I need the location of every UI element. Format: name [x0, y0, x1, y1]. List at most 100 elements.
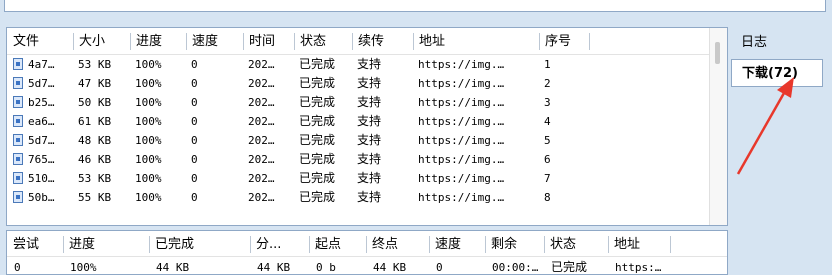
cell-time: 202…	[248, 115, 275, 128]
segment-list-panel: 尝试 进度 已完成 分... 起点 终点 速度 剩余 状态 地址 0 100% 44 KB 44 KB 0…	[6, 230, 728, 275]
cell: 44 KB	[373, 261, 407, 274]
cell-status: 已完成	[299, 190, 336, 204]
column-header[interactable]: 地址	[414, 33, 540, 50]
cell-index: 2	[544, 77, 551, 90]
cell-url: https://img.…	[418, 134, 505, 147]
cell-time: 202…	[248, 134, 275, 147]
cell-resume: 支持	[357, 76, 382, 90]
table-row[interactable]: 5d7… 48 KB 100% 0 202… 已完成 支持 https://img.… 5	[7, 132, 727, 149]
cell: 100%	[70, 261, 97, 274]
cell-resume: 支持	[357, 190, 382, 204]
cell-size: 47 KB	[78, 77, 112, 90]
cell-progress: 100%	[135, 115, 162, 128]
cell-index: 1	[544, 58, 551, 71]
cell-status: 已完成	[299, 57, 336, 71]
cell-url: https://img.…	[418, 58, 505, 71]
table-row[interactable]: 0 100% 44 KB 44 KB 0 b 44 KB 0 00:00:… 已完成 https:…	[7, 259, 727, 274]
column-header[interactable]: 终点	[367, 236, 430, 253]
cell-resume: 支持	[357, 171, 382, 185]
column-header[interactable]: 续传	[353, 33, 414, 50]
cell-speed: 0	[191, 77, 198, 90]
cell-url: https://img.…	[418, 96, 505, 109]
cell-time: 202…	[248, 191, 275, 204]
column-header[interactable]: 分...	[251, 236, 310, 253]
cell-size: 48 KB	[78, 134, 112, 147]
table-row[interactable]: 510… 53 KB 100% 0 202… 已完成 支持 https://img.… 7	[7, 170, 727, 187]
cell-progress: 100%	[135, 191, 162, 204]
cell-size: 55 KB	[78, 191, 112, 204]
column-header[interactable]: 进度	[64, 236, 150, 253]
download-list-panel: 文件 大小 进度 速度 时间 状态 续传 地址 序号 4a7… 53 KB 100% 0 202… 已完成…	[6, 27, 728, 226]
cell-progress: 100%	[135, 172, 162, 185]
cell-time: 202…	[248, 58, 275, 71]
cell-url: https://img.…	[418, 191, 505, 204]
cell-progress: 100%	[135, 77, 162, 90]
cell-size: 61 KB	[78, 115, 112, 128]
cell-progress: 100%	[135, 96, 162, 109]
tab-log[interactable]: 日志	[731, 29, 823, 57]
column-header[interactable]: 进度	[131, 33, 187, 50]
cell-status: 已完成	[299, 114, 336, 128]
cell-size: 53 KB	[78, 172, 112, 185]
column-header[interactable]: 状态	[295, 33, 353, 50]
cell-speed: 0	[191, 58, 198, 71]
cell-size: 50 KB	[78, 96, 112, 109]
cell-size: 53 KB	[78, 58, 112, 71]
cell-resume: 支持	[357, 57, 382, 71]
cell-index: 8	[544, 191, 551, 204]
table-row[interactable]: b25… 50 KB 100% 0 202… 已完成 支持 https://img.… 3	[7, 94, 727, 111]
column-header[interactable]: 序号	[540, 33, 590, 50]
cell-progress: 100%	[135, 58, 162, 71]
cell-progress: 100%	[135, 134, 162, 147]
segment-list-header: 尝试 进度 已完成 分... 起点 终点 速度 剩余 状态 地址	[7, 231, 727, 257]
cell-url: https://img.…	[418, 172, 505, 185]
table-row[interactable]: 4a7… 53 KB 100% 0 202… 已完成 支持 https://img.… 1	[7, 56, 727, 73]
sidebar: 日志 下载(72)	[731, 27, 832, 271]
download-list-header: 文件 大小 进度 速度 时间 状态 续传 地址 序号	[7, 28, 727, 55]
cell: 0 b	[316, 261, 336, 274]
cell: https:…	[615, 261, 662, 274]
table-row[interactable]: 5d7… 47 KB 100% 0 202… 已完成 支持 https://img.… 2	[7, 75, 727, 92]
cell: 0	[14, 261, 21, 274]
cell-url: https://img.…	[418, 77, 505, 90]
cell-status: 已完成	[299, 76, 336, 90]
cell-time: 202…	[248, 172, 275, 185]
table-row[interactable]: 765… 46 KB 100% 0 202… 已完成 支持 https://img.… 6	[7, 151, 727, 168]
cell-time: 202…	[248, 153, 275, 166]
column-header[interactable]: 起点	[310, 236, 367, 253]
cell: 00:00:…	[492, 261, 539, 274]
cell-index: 4	[544, 115, 551, 128]
table-row[interactable]: 50b… 55 KB 100% 0 202… 已完成 支持 https://img.… 8	[7, 189, 727, 206]
column-header[interactable]: 剩余	[486, 236, 545, 253]
column-header[interactable]: 已完成	[150, 236, 251, 253]
cell-index: 6	[544, 153, 551, 166]
column-header[interactable]: 速度	[430, 236, 486, 253]
cell-speed: 0	[191, 115, 198, 128]
column-header[interactable]: 大小	[74, 33, 131, 50]
vertical-scrollbar[interactable]	[709, 28, 727, 225]
cell-index: 5	[544, 134, 551, 147]
cell: 0	[436, 261, 443, 274]
cell-resume: 支持	[357, 114, 382, 128]
cell-url: https://img.…	[418, 115, 505, 128]
column-header[interactable]: 时间	[244, 33, 295, 50]
top-panel-strip	[4, 0, 826, 12]
cell-resume: 支持	[357, 152, 382, 166]
column-header[interactable]: 状态	[545, 236, 609, 253]
column-header[interactable]: 尝试	[8, 236, 64, 253]
cell-speed: 0	[191, 134, 198, 147]
tab-download[interactable]: 下载(72)	[731, 59, 823, 87]
cell-speed: 0	[191, 172, 198, 185]
column-header[interactable]: 文件	[8, 33, 74, 50]
cell: 44 KB	[156, 261, 190, 274]
cell-index: 3	[544, 96, 551, 109]
table-row[interactable]: ea6… 61 KB 100% 0 202… 已完成 支持 https://img.… 4	[7, 113, 727, 130]
cell-progress: 100%	[135, 153, 162, 166]
column-header[interactable]: 速度	[187, 33, 244, 50]
cell-resume: 支持	[357, 133, 382, 147]
scrollbar-thumb[interactable]	[715, 42, 720, 64]
cell-speed: 0	[191, 191, 198, 204]
cell-size: 46 KB	[78, 153, 112, 166]
cell-resume: 支持	[357, 95, 382, 109]
column-header[interactable]: 地址	[609, 236, 671, 253]
